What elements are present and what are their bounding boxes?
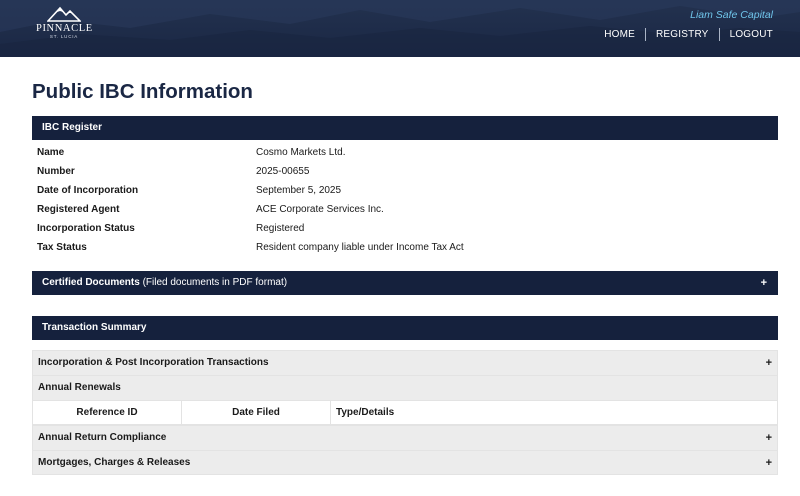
- page-title: Public IBC Information: [32, 80, 253, 103]
- annual-return-compliance-toggle[interactable]: Annual Return Compliance +: [32, 425, 778, 450]
- annual-renewals-header: Annual Renewals: [32, 375, 778, 400]
- site-header: PINNACLE ST. LUCIA Liam Safe Capital HOM…: [0, 0, 800, 57]
- register-row: Registered Agent ACE Corporate Services …: [32, 200, 778, 219]
- register-label: Registered Agent: [37, 204, 120, 215]
- expand-plus-icon[interactable]: +: [766, 426, 772, 450]
- register-label: Name: [37, 147, 65, 158]
- main-nav: HOME REGISTRY LOGOUT: [594, 28, 773, 41]
- ibc-register-header: IBC Register: [32, 116, 778, 140]
- expand-plus-icon[interactable]: +: [761, 271, 767, 295]
- mountain-logo-icon: [47, 6, 81, 22]
- register-value: Resident company liable under Income Tax…: [256, 242, 464, 253]
- nav-home[interactable]: HOME: [594, 28, 645, 41]
- ibc-register-title: IBC Register: [42, 122, 103, 133]
- expand-plus-icon[interactable]: +: [766, 351, 772, 375]
- register-row: Number 2025-00655: [32, 162, 778, 181]
- certified-documents-note: (Filed documents in PDF format): [142, 277, 288, 288]
- register-row: Name Cosmo Markets Ltd.: [32, 143, 778, 162]
- register-row: Incorporation Status Registered: [32, 219, 778, 238]
- certified-documents-toggle[interactable]: Certified Documents (Filed documents in …: [32, 271, 778, 295]
- register-value: Cosmo Markets Ltd.: [256, 147, 346, 158]
- expand-plus-icon[interactable]: +: [766, 451, 772, 475]
- register-row: Date of Incorporation September 5, 2025: [32, 181, 778, 200]
- annual-renewals-label: Annual Renewals: [38, 382, 121, 393]
- incorporation-transactions-toggle[interactable]: Incorporation & Post Incorporation Trans…: [32, 350, 778, 375]
- brand-link[interactable]: Liam Safe Capital: [690, 9, 773, 21]
- certified-documents-title: Certified Documents: [42, 277, 140, 288]
- register-value: 2025-00655: [256, 166, 310, 177]
- annual-return-compliance-label: Annual Return Compliance: [38, 432, 167, 443]
- register-row: Tax Status Resident company liable under…: [32, 238, 778, 257]
- transaction-summary-title: Transaction Summary: [42, 322, 147, 333]
- register-label: Number: [37, 166, 75, 177]
- register-label: Incorporation Status: [37, 223, 135, 234]
- nav-logout[interactable]: LOGOUT: [720, 28, 773, 41]
- column-header-date-filed: Date Filed: [181, 400, 331, 425]
- mortgages-charges-label: Mortgages, Charges & Releases: [38, 457, 191, 468]
- column-header-reference-id: Reference ID: [32, 400, 182, 425]
- register-label: Date of Incorporation: [37, 185, 139, 196]
- table-header-row: Reference ID Date Filed Type/Details: [32, 400, 778, 425]
- transaction-summary-header: Transaction Summary: [32, 316, 778, 340]
- register-value: September 5, 2025: [256, 185, 342, 196]
- logo-subtitle: ST. LUCIA: [49, 34, 79, 39]
- logo-wordmark: PINNACLE: [36, 23, 93, 34]
- annual-renewals-table: Reference ID Date Filed Type/Details: [32, 400, 778, 425]
- mortgages-charges-toggle[interactable]: Mortgages, Charges & Releases +: [32, 450, 778, 475]
- pinnacle-logo[interactable]: PINNACLE ST. LUCIA: [36, 6, 92, 46]
- register-value: Registered: [256, 223, 305, 234]
- register-label: Tax Status: [37, 242, 87, 253]
- register-value: ACE Corporate Services Inc.: [256, 204, 384, 215]
- main-content: Public IBC Information IBC Register Name…: [32, 57, 778, 475]
- column-header-type-details: Type/Details: [330, 400, 778, 425]
- incorporation-transactions-label: Incorporation & Post Incorporation Trans…: [38, 357, 269, 368]
- nav-registry[interactable]: REGISTRY: [646, 28, 719, 41]
- ibc-register-table: Name Cosmo Markets Ltd. Number 2025-0065…: [32, 143, 778, 257]
